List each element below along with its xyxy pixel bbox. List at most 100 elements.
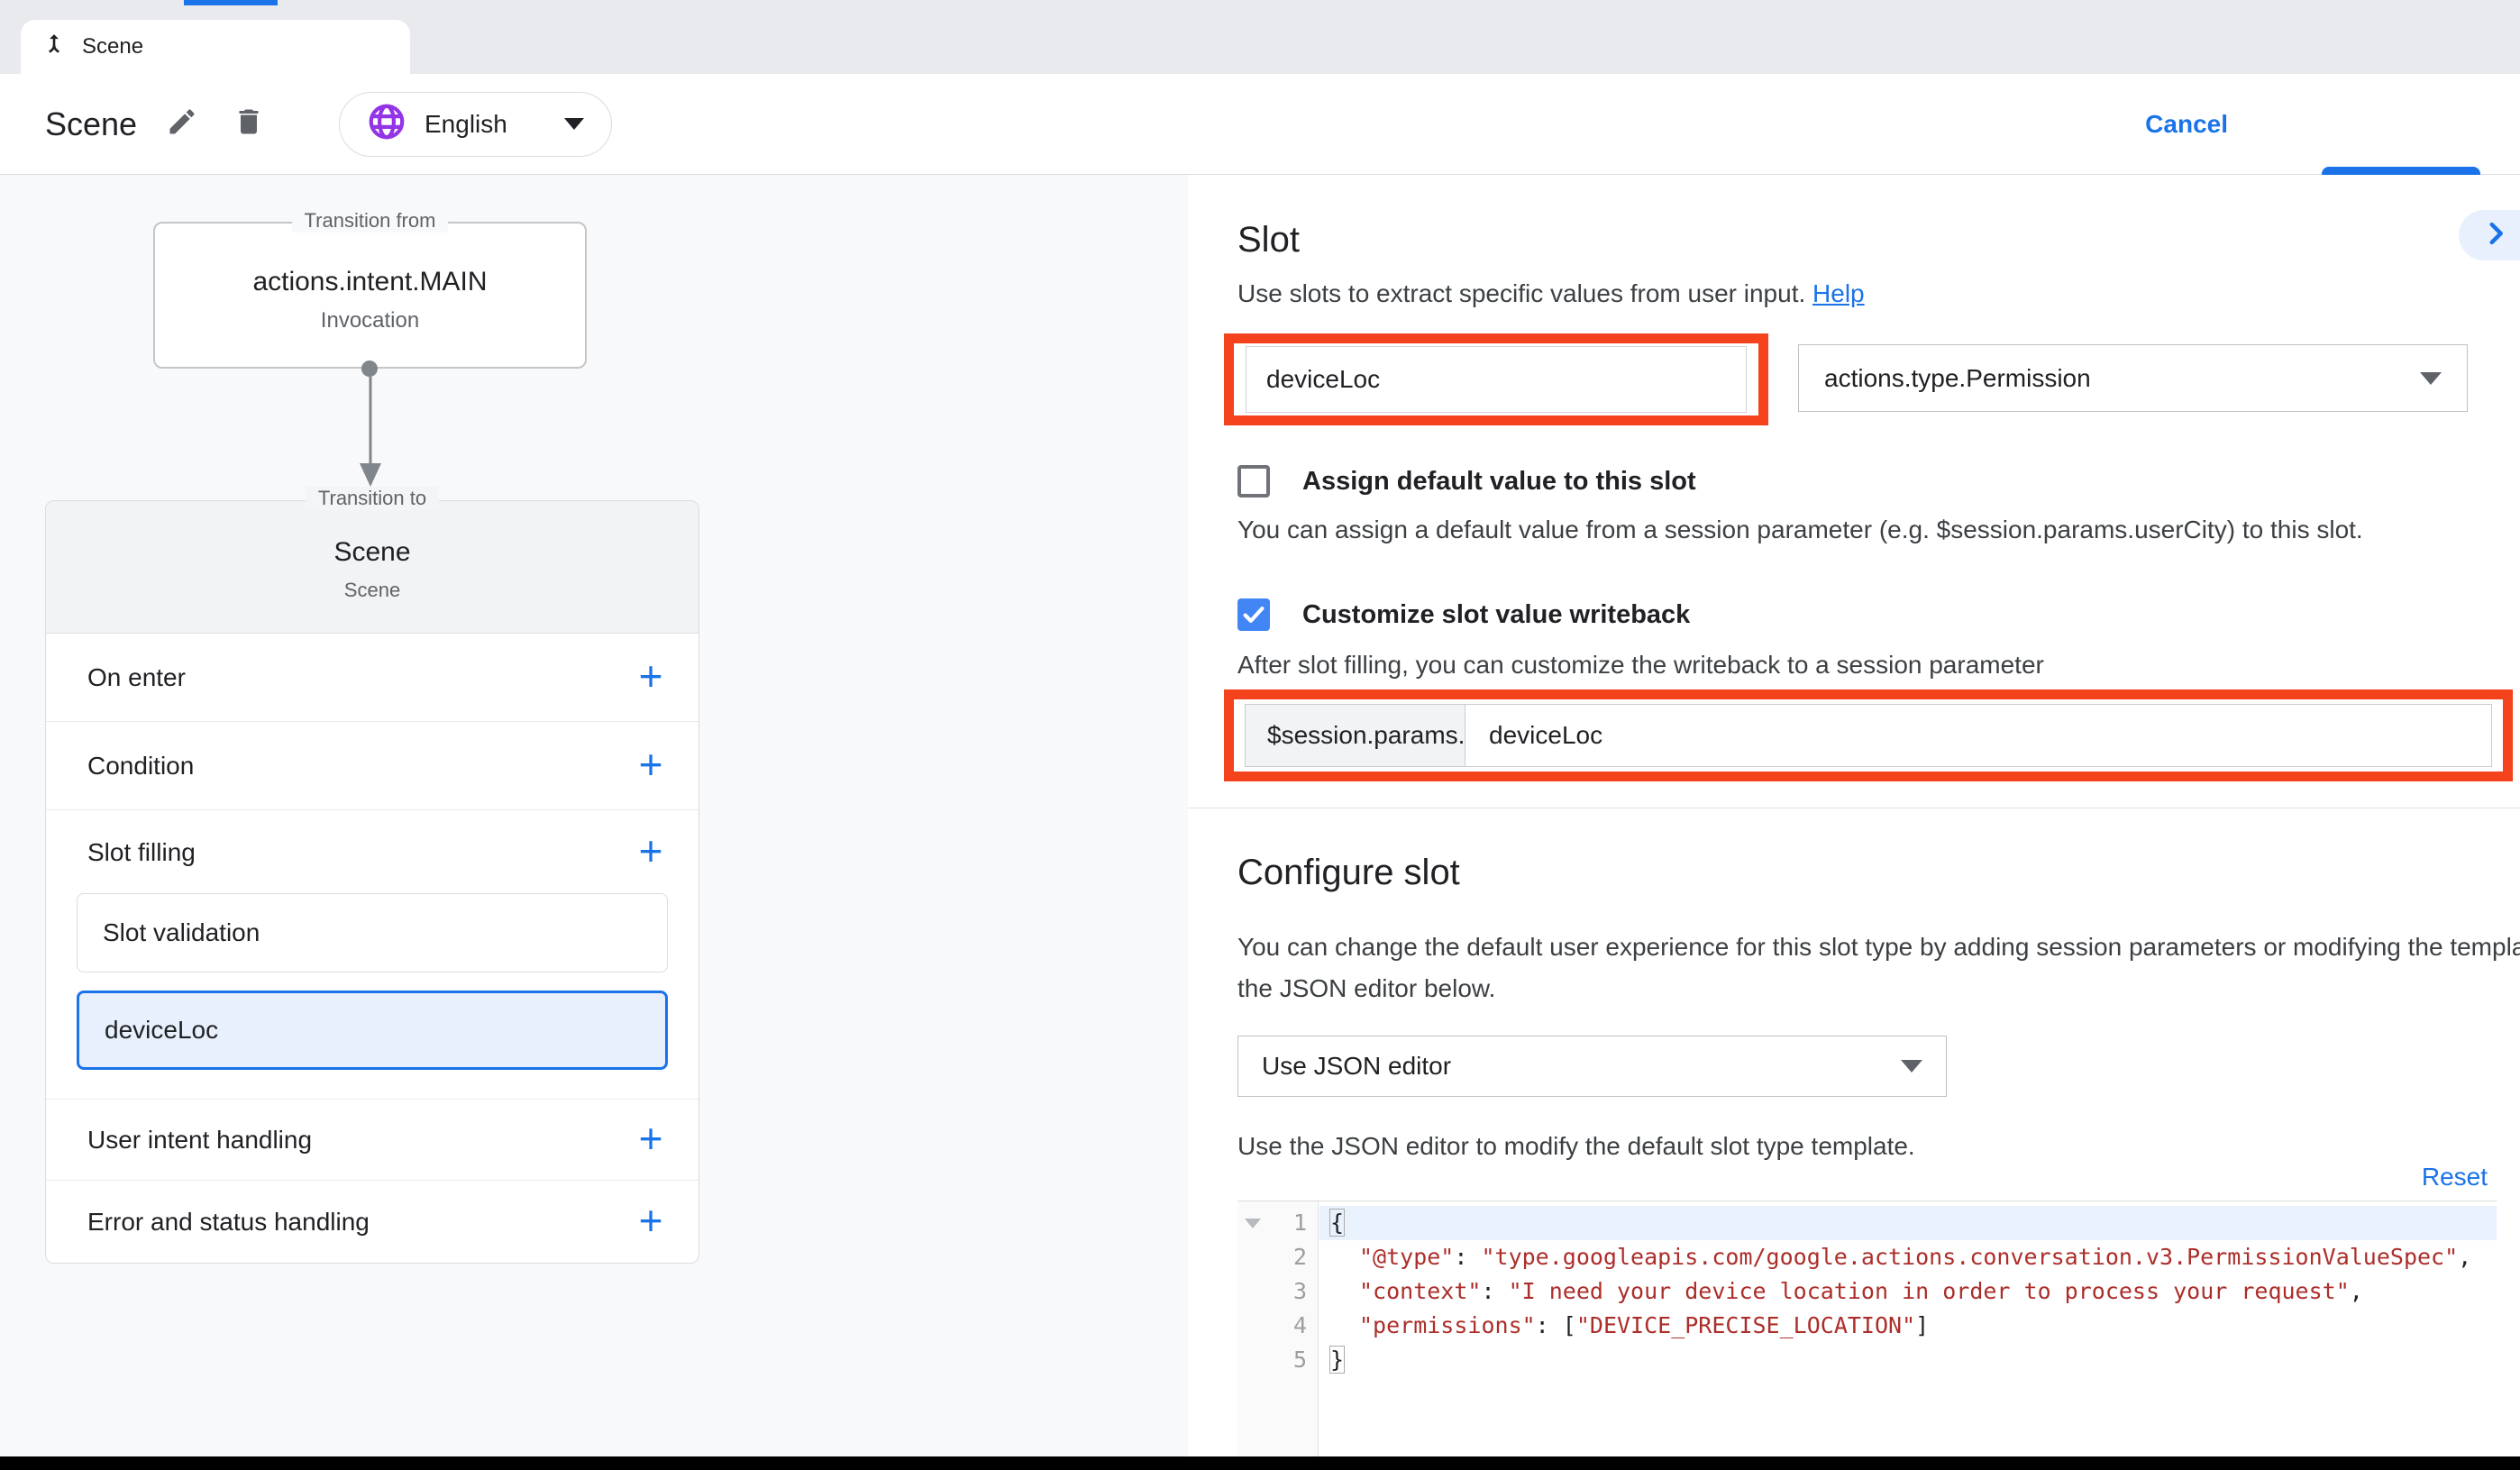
line-number: 2 [1293,1240,1307,1274]
slot-intro-sentence: Use slots to extract specific values fro… [1237,279,1805,307]
editor-gutter: 12345 [1237,1201,1319,1470]
code-line[interactable]: "@type": "type.googleapis.com/google.act… [1319,1240,2497,1274]
edit-scene-button[interactable] [160,103,204,146]
transition-to-label: Transition to [306,487,439,510]
slot-deviceloc-chip-selected[interactable]: deviceLoc [77,991,668,1070]
collapse-panel-button[interactable] [2459,210,2520,260]
code-token-pun: : [1454,1244,1481,1270]
assign-default-label: Assign default value to this slot [1302,467,1696,497]
add-condition-button[interactable]: + [630,745,671,787]
intent-name: actions.intent.MAIN [155,267,585,297]
writeback-value-input[interactable]: deviceLoc [1465,705,2491,766]
scene-merge-icon [41,32,68,63]
editor-mode-dropdown[interactable]: Use JSON editor [1237,1036,1947,1097]
writeback-description: After slot filling, you can customize th… [1237,651,2044,680]
row-slot-filling-label: Slot filling [87,838,196,867]
slot-name-input[interactable] [1246,346,1747,413]
writeback-checkbox-checked[interactable] [1237,598,1270,631]
add-slot-button[interactable]: + [630,832,671,873]
code-token-str: "context" [1359,1278,1481,1304]
code-token-bracket: } [1330,1347,1344,1373]
slot-type-value: actions.type.Permission [1824,364,2091,393]
connector-dot [361,361,378,377]
dropdown-caret-icon [1901,1060,1922,1073]
dropdown-caret-icon [2420,372,2442,385]
slot-panel-title: Slot [1237,220,1300,260]
slot-name-highlight-annotation [1224,333,1768,425]
editor-code-area[interactable]: { "@type": "type.googleapis.com/google.ac… [1319,1201,2497,1470]
chevron-right-icon [2480,218,2511,253]
row-user-intent-label: User intent handling [87,1126,312,1155]
code-token-bracket: { [1330,1210,1344,1236]
writeback-prefix: $session.params. [1246,705,1465,766]
writeback-input-group: $session.params. deviceLoc [1245,704,2492,767]
code-token-str: "DEVICE_PRECISE_LOCATION" [1576,1312,1915,1338]
writeback-label: Customize slot value writeback [1302,600,1690,630]
add-user-intent-button[interactable]: + [630,1119,671,1161]
line-number: 3 [1293,1274,1307,1309]
code-token-str: "@type" [1359,1244,1454,1270]
assign-default-description: You can assign a default value from a se… [1237,516,2363,544]
tab-scene[interactable]: Scene [21,20,410,74]
configure-slot-title: Configure slot [1237,853,1460,893]
json-editor-caption: Use the JSON editor to modify the defaul… [1237,1132,1915,1161]
transition-from-node[interactable]: Transition from actions.intent.MAIN Invo… [153,222,587,369]
code-token-pun: , [2458,1244,2471,1270]
help-link[interactable]: Help [1812,279,1865,307]
row-on-enter-label: On enter [87,663,186,692]
assign-default-checkbox-row[interactable]: Assign default value to this slot [1237,465,1696,498]
code-token-pun: [ [1563,1312,1576,1338]
pencil-icon [166,105,198,142]
intent-kind: Invocation [155,308,585,333]
slot-type-dropdown[interactable]: actions.type.Permission [1798,344,2468,412]
transition-to-header[interactable]: Transition to Scene Scene [46,501,698,634]
language-selector[interactable]: English [339,92,612,157]
scene-node-sub: Scene [46,579,698,602]
slot-validation-chip[interactable]: Slot validation [77,893,668,972]
chevron-down-icon [564,118,584,130]
code-line[interactable]: } [1319,1343,2497,1377]
reset-link[interactable]: Reset [2422,1163,2488,1192]
add-error-handler-button[interactable]: + [630,1201,671,1243]
row-condition-label: Condition [87,752,194,781]
slot-filling-header[interactable]: Slot filling + [46,810,698,895]
code-line[interactable]: "permissions": ["DEVICE_PRECISE_LOCATION… [1319,1309,2497,1343]
code-token-str: "I need your device location in order to… [1509,1278,2350,1304]
scene-node-name: Scene [46,537,698,568]
code-token-pun: : [1536,1312,1563,1338]
cancel-button[interactable]: Cancel [2145,110,2228,139]
scene-editor-screen: Scene Scene [0,0,2520,1470]
add-on-enter-button[interactable]: + [630,657,671,698]
fold-toggle-icon[interactable] [1245,1219,1261,1228]
json-code-editor[interactable]: 12345 { "@type": "type.googleapis.com/goo… [1237,1201,2497,1470]
flow-arrow [359,377,382,488]
tab-label: Scene [82,34,143,59]
header: Scene [0,74,2520,175]
slot-intro-text: Use slots to extract specific values fro… [1237,279,1865,308]
trash-icon [233,105,265,142]
line-number: 1 [1293,1206,1307,1240]
row-error-status[interactable]: Error and status handling + [46,1181,698,1264]
line-number: 5 [1293,1343,1307,1377]
delete-scene-button[interactable] [227,103,270,146]
row-condition[interactable]: Condition + [46,722,698,810]
configure-slot-description: You can change the default user experien… [1237,927,2520,1009]
row-on-enter[interactable]: On enter + [46,634,698,722]
code-token-pun: , [2350,1278,2363,1304]
active-tab-indicator [184,0,278,5]
code-line[interactable]: "context": "I need your device location … [1319,1274,2497,1309]
line-number: 4 [1293,1309,1307,1343]
scene-node-card: Transition to Scene Scene On enter + Con… [45,500,699,1264]
bottom-window-edge [0,1456,2520,1470]
code-token-pun: : [1481,1278,1508,1304]
code-token-str: "type.googleapis.com/google.actions.conv… [1481,1244,2458,1270]
row-error-status-label: Error and status handling [87,1208,370,1237]
page-title: Scene [45,105,137,143]
editor-mode-value: Use JSON editor [1262,1052,1451,1081]
code-token-pun: ] [1915,1312,1929,1338]
assign-default-checkbox-unchecked[interactable] [1237,465,1270,498]
row-user-intent[interactable]: User intent handling + [46,1100,698,1181]
flow-panel: Transition from actions.intent.MAIN Invo… [0,175,1188,1470]
writeback-checkbox-row[interactable]: Customize slot value writeback [1237,598,1690,631]
code-line[interactable]: { [1319,1206,2497,1240]
